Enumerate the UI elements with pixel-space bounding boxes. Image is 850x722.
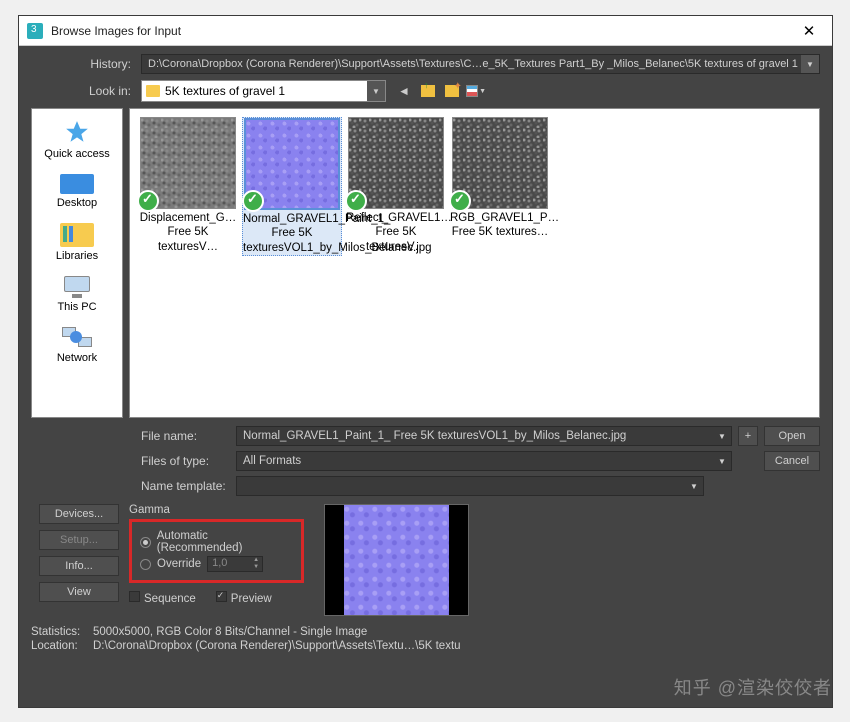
file-list[interactable]: Displacement_G… Free 5K texturesV… Norma… xyxy=(129,108,820,418)
cancel-button[interactable]: Cancel xyxy=(764,451,820,471)
gamma-group: Automatic (Recommended) Override 1,0 ▲▼ xyxy=(129,519,304,583)
info-button[interactable]: Info... xyxy=(39,556,119,576)
preview-image xyxy=(344,505,449,615)
spinner-icon[interactable]: ▲▼ xyxy=(250,557,262,571)
watermark: 知乎 @渲染佼佼者 xyxy=(674,674,832,700)
gamma-override-input[interactable]: 1,0 ▲▼ xyxy=(207,556,263,572)
filename-input[interactable]: Normal_GRAVEL1_Paint_1_ Free 5K textures… xyxy=(236,426,732,446)
gamma-override-radio[interactable] xyxy=(140,559,151,570)
nametpl-combo[interactable]: ▼ xyxy=(236,476,704,496)
history-label: History: xyxy=(31,57,141,71)
folder-icon xyxy=(146,85,160,97)
preview-checkbox[interactable]: Preview xyxy=(216,591,272,605)
check-icon xyxy=(345,190,367,212)
check-icon xyxy=(449,190,471,212)
file-name: RGB_GRAVEL1_P… Free 5K textures… xyxy=(450,211,550,240)
file-item[interactable]: RGB_GRAVEL1_P… Free 5K textures… xyxy=(450,117,550,240)
browse-dialog: Browse Images for Input ✕ History: D:\Co… xyxy=(18,15,833,708)
gamma-auto-label: Automatic (Recommended) xyxy=(157,530,293,554)
setup-button[interactable]: Setup... xyxy=(39,530,119,550)
file-name: Reflect_GRAVEL1… Free 5K texturesV… xyxy=(346,211,446,254)
history-value: D:\Corona\Dropbox (Corona Renderer)\Supp… xyxy=(148,58,798,70)
up-button[interactable]: ↑ xyxy=(418,81,438,101)
app-icon xyxy=(27,23,43,39)
chevron-down-icon[interactable]: ▼ xyxy=(801,55,819,73)
file-item-selected[interactable]: Normal_GRAVEL1_Paint_1_ Free 5K textures… xyxy=(242,117,342,256)
location-value: D:\Corona\Dropbox (Corona Renderer)\Supp… xyxy=(93,640,461,652)
file-name: Displacement_G… Free 5K texturesV… xyxy=(138,211,238,254)
file-item[interactable]: Displacement_G… Free 5K texturesV… xyxy=(138,117,238,254)
places-libraries[interactable]: Libraries xyxy=(32,219,122,272)
add-button[interactable]: + xyxy=(738,426,758,446)
back-button[interactable]: ◄ xyxy=(394,81,414,101)
sequence-checkbox[interactable]: Sequence xyxy=(129,591,196,605)
places-network[interactable]: Network xyxy=(32,323,122,374)
filetype-label: Files of type: xyxy=(141,454,236,468)
view-button[interactable]: View xyxy=(39,582,119,602)
chevron-down-icon[interactable]: ▼ xyxy=(685,477,703,495)
file-name: Normal_GRAVEL1_Paint_1_ Free 5K textures… xyxy=(243,212,341,255)
lookin-value: 5K textures of gravel 1 xyxy=(165,84,285,98)
places-this-pc[interactable]: This PC xyxy=(32,272,122,323)
places-desktop[interactable]: Desktop xyxy=(32,170,122,219)
devices-button[interactable]: Devices... xyxy=(39,504,119,524)
filename-label: File name: xyxy=(141,429,236,443)
new-folder-button[interactable]: ✦ xyxy=(442,81,462,101)
file-item[interactable]: Reflect_GRAVEL1… Free 5K texturesV… xyxy=(346,117,446,254)
check-icon xyxy=(137,190,159,212)
filetype-combo[interactable]: All Formats ▼ xyxy=(236,451,732,471)
chevron-down-icon[interactable]: ▼ xyxy=(367,81,385,101)
titlebar: Browse Images for Input ✕ xyxy=(19,16,832,46)
window-title: Browse Images for Input xyxy=(51,24,794,38)
check-icon xyxy=(242,190,264,212)
history-combo[interactable]: D:\Corona\Dropbox (Corona Renderer)\Supp… xyxy=(141,54,820,74)
stats-label: Statistics: xyxy=(31,626,93,638)
places-quick-access[interactable]: Quick access xyxy=(32,115,122,170)
nametpl-label: Name template: xyxy=(141,479,236,493)
places-bar: Quick access Desktop Libraries xyxy=(31,108,123,418)
open-button[interactable]: Open xyxy=(764,426,820,446)
close-button[interactable]: ✕ xyxy=(794,22,824,40)
chevron-down-icon[interactable]: ▼ xyxy=(713,427,731,445)
gamma-auto-radio[interactable] xyxy=(140,537,151,548)
gamma-override-label: Override xyxy=(157,558,201,570)
location-label: Location: xyxy=(31,640,93,652)
preview-pane xyxy=(324,504,469,616)
chevron-down-icon[interactable]: ▼ xyxy=(713,452,731,470)
lookin-label: Look in: xyxy=(31,84,141,98)
stats-value: 5000x5000, RGB Color 8 Bits/Channel - Si… xyxy=(93,626,367,638)
view-menu-button[interactable]: ▼ xyxy=(466,81,486,101)
lookin-combo[interactable]: 5K textures of gravel 1 ▼ xyxy=(141,80,386,102)
gamma-title: Gamma xyxy=(129,504,304,516)
